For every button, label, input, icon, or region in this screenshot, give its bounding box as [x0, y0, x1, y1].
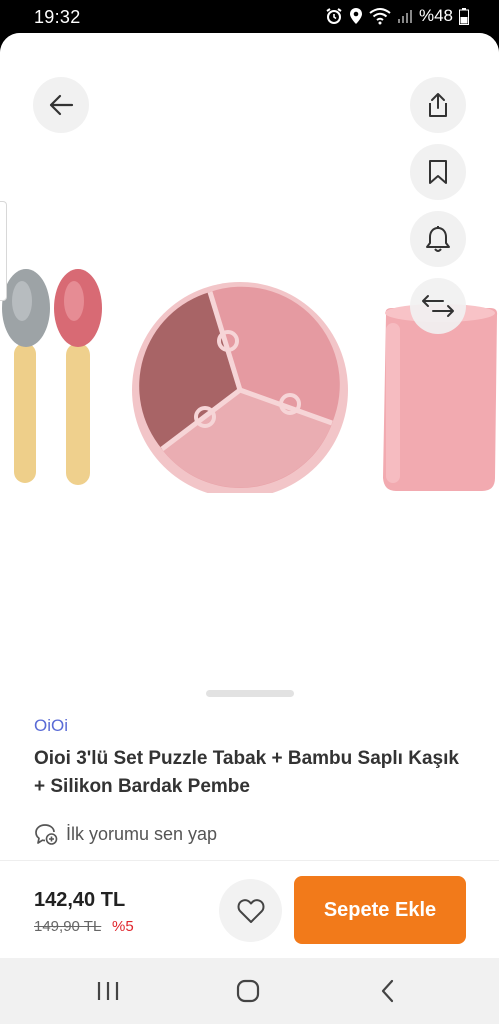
- wifi-icon: [369, 7, 391, 25]
- favorite-button[interactable]: [219, 879, 282, 942]
- old-price: 149,90 TL: [34, 918, 102, 935]
- swap-arrows-icon: [422, 295, 454, 317]
- add-comment-icon: [35, 824, 58, 845]
- purchase-bar: 142,40 TL 149,90 TL %5 Sepete Ekle: [0, 873, 499, 958]
- status-bar: 19:32 %48: [0, 0, 499, 34]
- spoon-pink: [54, 269, 102, 485]
- signal-icon: [397, 8, 413, 24]
- recent-apps-icon: [97, 982, 119, 1000]
- status-icons: %48: [325, 6, 469, 26]
- arrow-left-icon: [49, 94, 74, 116]
- gallery-scroll-indicator: [206, 690, 294, 697]
- bookmark-button[interactable]: [410, 144, 466, 200]
- home-button[interactable]: [228, 976, 268, 1006]
- back-icon: [381, 979, 394, 1003]
- location-icon: [349, 7, 363, 25]
- home-icon: [236, 979, 260, 1003]
- review-prompt: İlk yorumu sen yap: [66, 823, 218, 844]
- current-price: 142,40 TL: [34, 889, 126, 911]
- back-button[interactable]: [33, 77, 89, 133]
- system-navigation-bar: [0, 958, 499, 1024]
- add-to-cart-button[interactable]: Sepete Ekle: [294, 876, 466, 944]
- system-back-button[interactable]: [368, 976, 408, 1006]
- heart-icon: [237, 898, 264, 923]
- puzzle-plate: [132, 282, 348, 493]
- recent-apps-button[interactable]: [88, 976, 128, 1006]
- divider: [0, 860, 499, 861]
- bell-icon: [426, 226, 450, 252]
- spoon-gray: [2, 269, 50, 483]
- product-image-gallery[interactable]: [0, 33, 499, 703]
- first-review-link[interactable]: İlk yorumu sen yap: [34, 822, 217, 846]
- product-title: Oioi 3'lü Set Puzzle Tabak + Bambu Saplı…: [34, 748, 459, 797]
- side-drawer-handle[interactable]: [0, 201, 7, 301]
- battery-icon: [459, 7, 469, 25]
- share-icon: [429, 93, 447, 117]
- brand-link[interactable]: OiOi: [34, 716, 68, 736]
- price-alert-button[interactable]: [410, 211, 466, 267]
- battery-level: %48: [418, 6, 453, 25]
- status-time: 19:32: [34, 7, 81, 27]
- product-detail-sheet: OiOi Oioi 3'lü Set Puzzle Tabak + Bambu …: [0, 33, 499, 958]
- discount-badge: %5: [112, 918, 134, 935]
- bookmark-icon: [429, 160, 447, 184]
- phone-screen: 19:32 %48 OiOi Oioi 3'lü Set Puzzle Taba…: [0, 0, 499, 1024]
- compare-button[interactable]: [410, 278, 466, 334]
- share-button[interactable]: [410, 77, 466, 133]
- alarm-icon: [325, 7, 343, 25]
